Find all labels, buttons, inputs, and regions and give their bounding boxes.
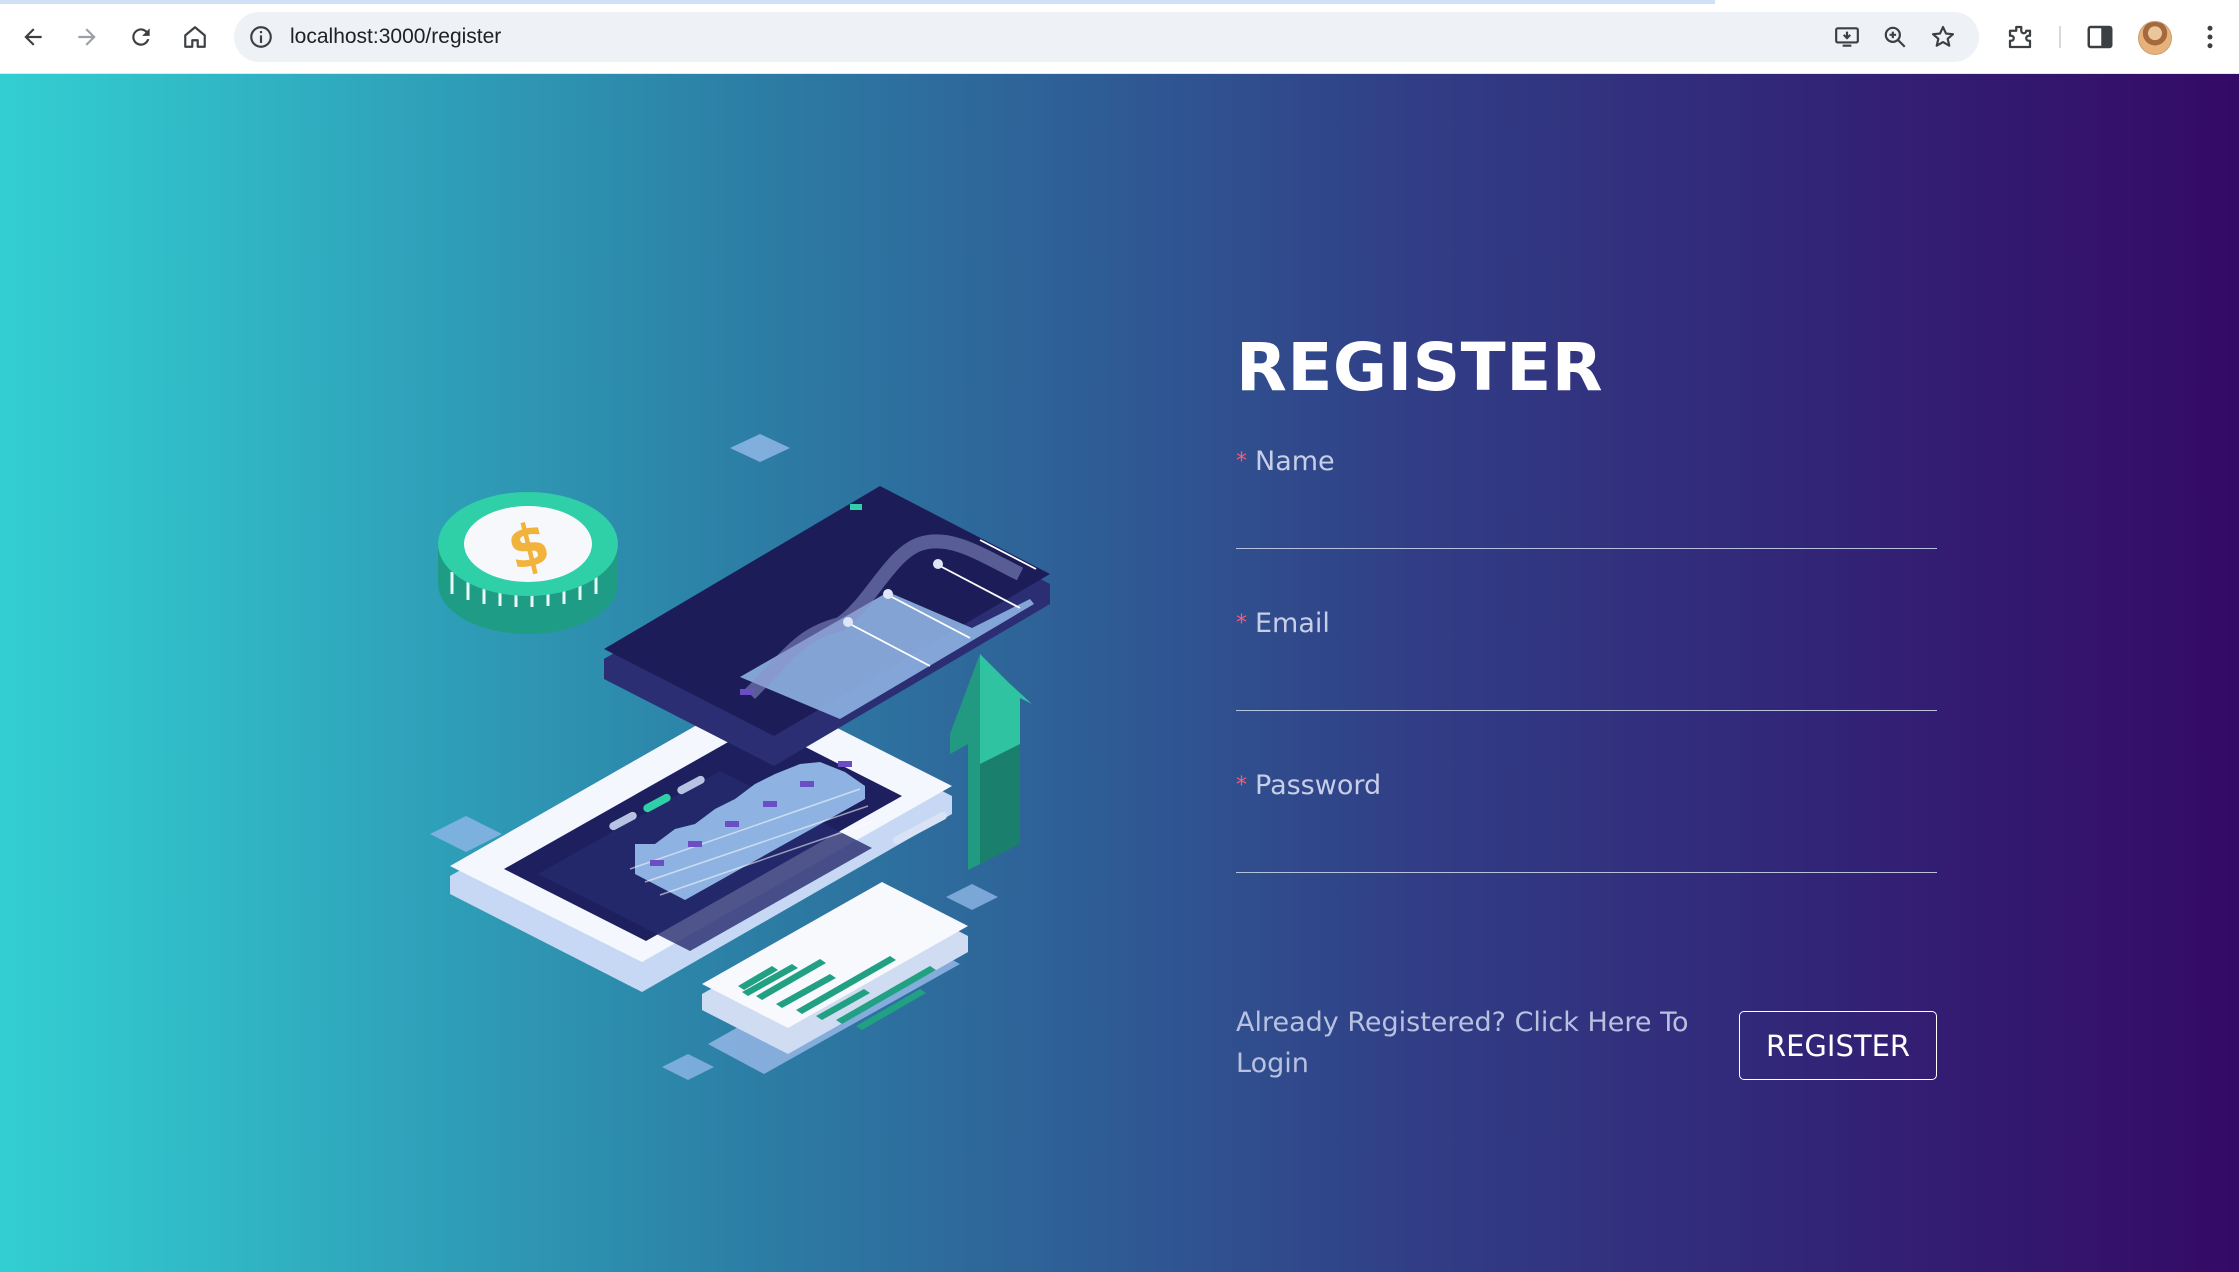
- forward-icon[interactable]: [70, 20, 104, 54]
- home-icon[interactable]: [178, 20, 212, 54]
- dollar-coin: $: [438, 492, 618, 634]
- install-app-icon[interactable]: [1834, 24, 1860, 50]
- required-mark: *: [1236, 611, 1247, 636]
- login-link[interactable]: Already Registered? Click Here To Login: [1236, 1002, 1726, 1084]
- url-text[interactable]: localhost:3000/register: [290, 25, 501, 49]
- password-label-text: Password: [1255, 770, 1382, 801]
- email-label: * Email: [1236, 608, 1937, 639]
- menu-icon[interactable]: [2195, 22, 2225, 52]
- tab-strip-edge: [0, 0, 1715, 4]
- name-field: * Name: [1236, 446, 1937, 549]
- bookmark-star-icon[interactable]: [1930, 24, 1956, 50]
- register-page: $ REGISTER * Name * Email * Password Alr…: [0, 74, 2239, 1272]
- site-info-icon[interactable]: [248, 24, 274, 55]
- growth-arrow-icon: [950, 654, 1032, 870]
- password-input[interactable]: [1236, 832, 1937, 873]
- floating-diamond: [662, 1054, 714, 1080]
- email-input[interactable]: [1236, 670, 1937, 711]
- name-label: * Name: [1236, 446, 1937, 477]
- zoom-icon[interactable]: [1882, 24, 1908, 50]
- password-label: * Password: [1236, 770, 1937, 801]
- email-field: * Email: [1236, 608, 1937, 711]
- side-panel-icon[interactable]: [2085, 22, 2115, 52]
- extensions-icon[interactable]: [2005, 22, 2035, 52]
- name-label-text: Name: [1255, 446, 1335, 477]
- floating-diamond: [730, 434, 790, 462]
- password-field: * Password: [1236, 770, 1937, 873]
- page-title: REGISTER: [1236, 329, 1604, 406]
- required-mark: *: [1236, 773, 1247, 798]
- name-input[interactable]: [1236, 508, 1937, 549]
- required-mark: *: [1236, 449, 1247, 474]
- register-button[interactable]: REGISTER: [1739, 1011, 1937, 1080]
- address-bar[interactable]: localhost:3000/register: [234, 12, 1979, 62]
- email-label-text: Email: [1255, 608, 1330, 639]
- browser-toolbar: localhost:3000/register: [0, 0, 2239, 74]
- back-icon[interactable]: [16, 20, 50, 54]
- finance-illustration: $: [430, 434, 1050, 1080]
- reload-icon[interactable]: [124, 20, 158, 54]
- floating-diamond: [946, 884, 998, 910]
- toolbar-divider: [2059, 26, 2061, 48]
- profile-avatar[interactable]: [2138, 21, 2172, 55]
